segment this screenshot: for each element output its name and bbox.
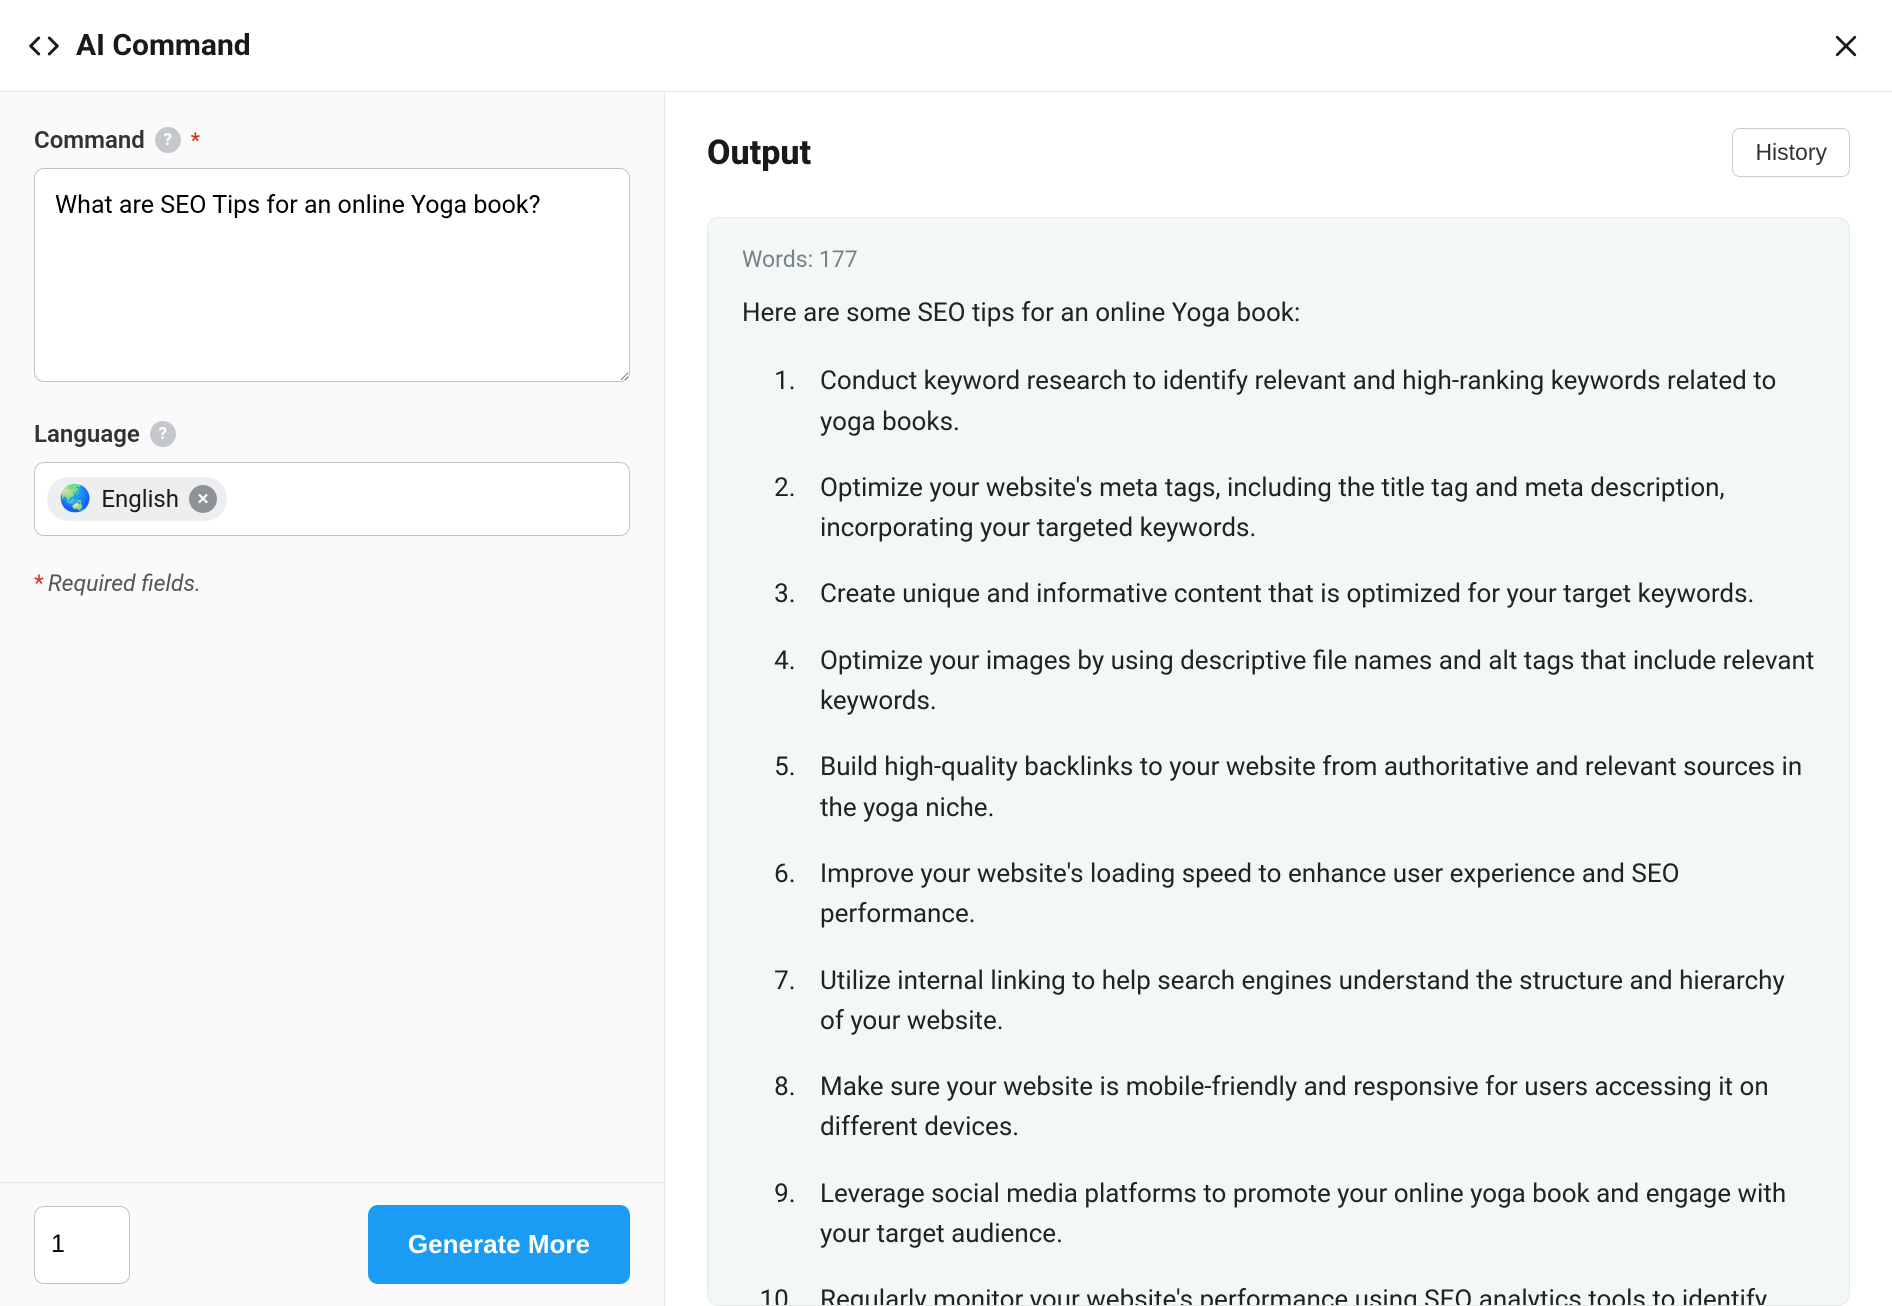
output-header: Output History: [707, 128, 1850, 177]
main-content: Command ? * Language ? 🌏 English ✕: [0, 92, 1892, 1306]
quantity-stepper[interactable]: [34, 1206, 130, 1284]
list-item: Improve your website's loading speed to …: [802, 854, 1815, 935]
sidebar-content: Command ? * Language ? 🌏 English ✕: [0, 92, 664, 1182]
list-item: Optimize your website's meta tags, inclu…: [802, 468, 1815, 549]
help-icon[interactable]: ?: [155, 127, 181, 153]
list-item: Regularly monitor your website's perform…: [802, 1280, 1815, 1306]
output-intro: Here are some SEO tips for an online Yog…: [742, 293, 1815, 333]
chip-remove-button[interactable]: ✕: [189, 485, 217, 513]
list-item: Optimize your images by using descriptiv…: [802, 641, 1815, 722]
language-chip-label: English: [101, 485, 179, 513]
page-title: AI Command: [76, 28, 251, 63]
list-item: Make sure your website is mobile-friendl…: [802, 1067, 1815, 1148]
sidebar-footer: Generate More: [0, 1182, 664, 1306]
required-fields-note: *Required fields.: [34, 570, 630, 597]
list-item: Build high-quality backlinks to your web…: [802, 747, 1815, 828]
language-chip: 🌏 English ✕: [47, 477, 227, 521]
output-panel: Output History Words: 177 Here are some …: [665, 92, 1892, 1306]
language-input[interactable]: 🌏 English ✕: [34, 462, 630, 536]
generate-more-button[interactable]: Generate More: [368, 1205, 630, 1284]
command-group: Command ? *: [34, 126, 630, 386]
required-note-text: Required fields.: [48, 570, 201, 597]
required-star-icon: *: [34, 570, 44, 597]
command-label-text: Command: [34, 126, 145, 154]
language-label-text: Language: [34, 420, 140, 448]
list-item: Leverage social media platforms to promo…: [802, 1174, 1815, 1255]
history-button[interactable]: History: [1732, 128, 1850, 177]
close-button[interactable]: [1828, 28, 1864, 64]
modal-header: AI Command: [0, 0, 1892, 92]
globe-icon: 🌏: [59, 486, 91, 512]
output-title: Output: [707, 133, 811, 173]
list-item: Conduct keyword research to identify rel…: [802, 361, 1815, 442]
output-card: Words: 177 Here are some SEO tips for an…: [707, 217, 1850, 1306]
word-count: Words: 177: [742, 246, 1815, 273]
help-icon[interactable]: ?: [150, 421, 176, 447]
code-icon: [28, 30, 60, 62]
language-label: Language ?: [34, 420, 630, 448]
required-star-icon: *: [191, 128, 200, 152]
list-item: Create unique and informative content th…: [802, 574, 1815, 614]
command-input[interactable]: [34, 168, 630, 382]
command-label: Command ? *: [34, 126, 630, 154]
output-list: Conduct keyword research to identify rel…: [742, 361, 1815, 1306]
input-sidebar: Command ? * Language ? 🌏 English ✕: [0, 92, 665, 1306]
language-group: Language ? 🌏 English ✕: [34, 420, 630, 536]
header-left: AI Command: [28, 28, 251, 63]
list-item: Utilize internal linking to help search …: [802, 961, 1815, 1042]
